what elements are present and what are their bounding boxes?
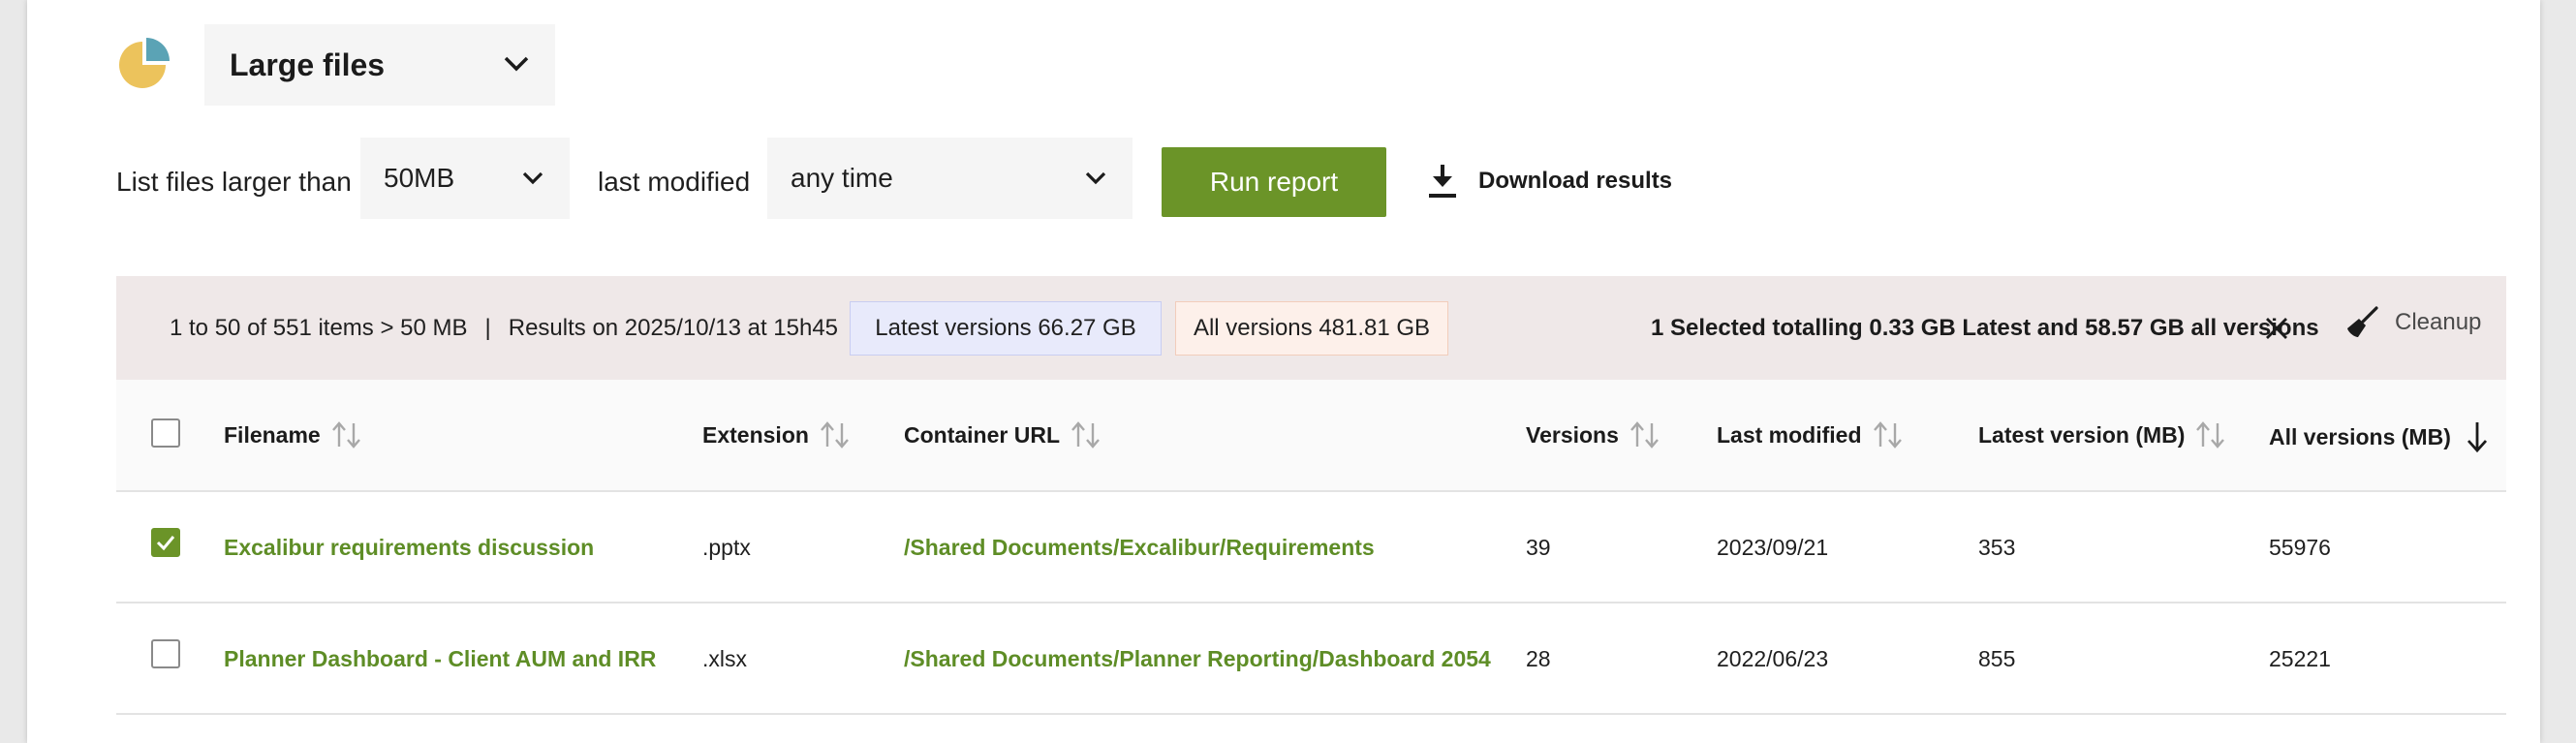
column-header-container-url[interactable]: Container URL bbox=[904, 420, 1102, 449]
select-all-checkbox[interactable] bbox=[151, 418, 180, 448]
cleanup-label: Cleanup bbox=[2395, 309, 2482, 335]
report-type-value: Large files bbox=[230, 46, 386, 82]
column-header-last-modified[interactable]: Last modified bbox=[1717, 420, 1905, 449]
modified-filter-label: last modified bbox=[598, 167, 751, 197]
download-results-button[interactable]: Download results bbox=[1426, 163, 1672, 200]
latest-version-cell: 353 bbox=[1978, 535, 2016, 560]
report-type-dropdown[interactable]: Large files bbox=[204, 24, 555, 106]
column-header-all-versions[interactable]: All versions (MB) bbox=[2269, 420, 2494, 453]
column-header-extension[interactable]: Extension bbox=[702, 420, 852, 449]
cleanup-button[interactable]: Cleanup bbox=[2344, 305, 2481, 340]
last-modified-cell: 2022/06/23 bbox=[1717, 646, 1829, 671]
all-versions-cell: 25221 bbox=[2269, 646, 2331, 671]
filename-link[interactable]: Excalibur requirements discussion bbox=[224, 535, 594, 561]
filename-link[interactable]: Planner Dashboard - Client AUM and IRR bbox=[224, 646, 656, 672]
latest-versions-badge: Latest versions 66.27 GB bbox=[850, 301, 1162, 356]
size-dropdown[interactable]: 50MB bbox=[360, 138, 570, 219]
table-row[interactable]: Excalibur requirements discussion .pptx … bbox=[116, 492, 2506, 604]
extension-cell: .pptx bbox=[702, 535, 751, 560]
row-checkbox[interactable] bbox=[151, 639, 180, 668]
modified-dropdown[interactable]: any time bbox=[767, 138, 1133, 219]
chevron-down-icon bbox=[504, 56, 529, 72]
sort-icon bbox=[331, 421, 360, 449]
chevron-down-icon bbox=[522, 171, 543, 185]
sort-icon bbox=[1071, 421, 1100, 449]
modified-value: any time bbox=[791, 163, 893, 193]
latest-version-cell: 855 bbox=[1978, 646, 2016, 671]
all-versions-badge: All versions 481.81 GB bbox=[1175, 301, 1448, 356]
sort-descending-icon bbox=[2467, 422, 2487, 453]
size-value: 50MB bbox=[384, 163, 455, 193]
all-versions-cell: 55976 bbox=[2269, 535, 2331, 560]
versions-cell: 28 bbox=[1526, 646, 1551, 671]
versions-cell: 39 bbox=[1526, 535, 1551, 560]
sort-icon bbox=[821, 421, 849, 449]
results-summary: 1 to 50 of 551 items > 50 MB | Results on … bbox=[170, 315, 838, 342]
run-report-button[interactable]: Run report bbox=[1162, 147, 1386, 217]
selection-summary: 1 Selected totalling 0.33 GB Latest and … bbox=[1651, 315, 2319, 341]
sort-icon bbox=[1629, 421, 1659, 449]
broom-icon bbox=[2347, 306, 2378, 337]
last-modified-cell: 2023/09/21 bbox=[1717, 535, 1829, 560]
size-filter-label: List files larger than bbox=[116, 167, 352, 197]
table-header: Filename Extension Container URL Version… bbox=[116, 380, 2506, 492]
row-checkbox[interactable] bbox=[151, 528, 180, 557]
extension-cell: .xlsx bbox=[702, 646, 747, 671]
column-header-latest-version[interactable]: Latest version (MB) bbox=[1978, 420, 2227, 449]
table-row[interactable]: Planner Dashboard - Client AUM and IRR .… bbox=[116, 604, 2506, 715]
container-url-link[interactable]: /Shared Documents/Excalibur/Requirements bbox=[904, 535, 1375, 561]
sort-icon bbox=[2196, 421, 2225, 449]
pie-chart-icon bbox=[119, 38, 170, 88]
clear-selection-icon[interactable] bbox=[2265, 317, 2288, 340]
range-text: 1 to 50 of 551 items > 50 MB bbox=[170, 315, 468, 341]
column-header-versions[interactable]: Versions bbox=[1526, 420, 1661, 449]
status-separator: | bbox=[484, 315, 491, 341]
column-header-filename[interactable]: Filename bbox=[224, 420, 363, 449]
chevron-down-icon bbox=[1085, 171, 1106, 185]
checkmark-icon bbox=[156, 536, 175, 551]
results-status-bar: 1 to 50 of 551 items > 50 MB | Results on … bbox=[116, 276, 2506, 380]
report-panel: Large files List files larger than 50MB … bbox=[27, 0, 2540, 743]
download-results-label: Download results bbox=[1478, 168, 1673, 194]
results-date-text: Results on 2025/10/13 at 15h45 bbox=[508, 315, 839, 341]
download-icon bbox=[1429, 165, 1456, 198]
sort-icon bbox=[1873, 421, 1902, 449]
container-url-link[interactable]: /Shared Documents/Planner Reporting/Dash… bbox=[904, 646, 1491, 672]
